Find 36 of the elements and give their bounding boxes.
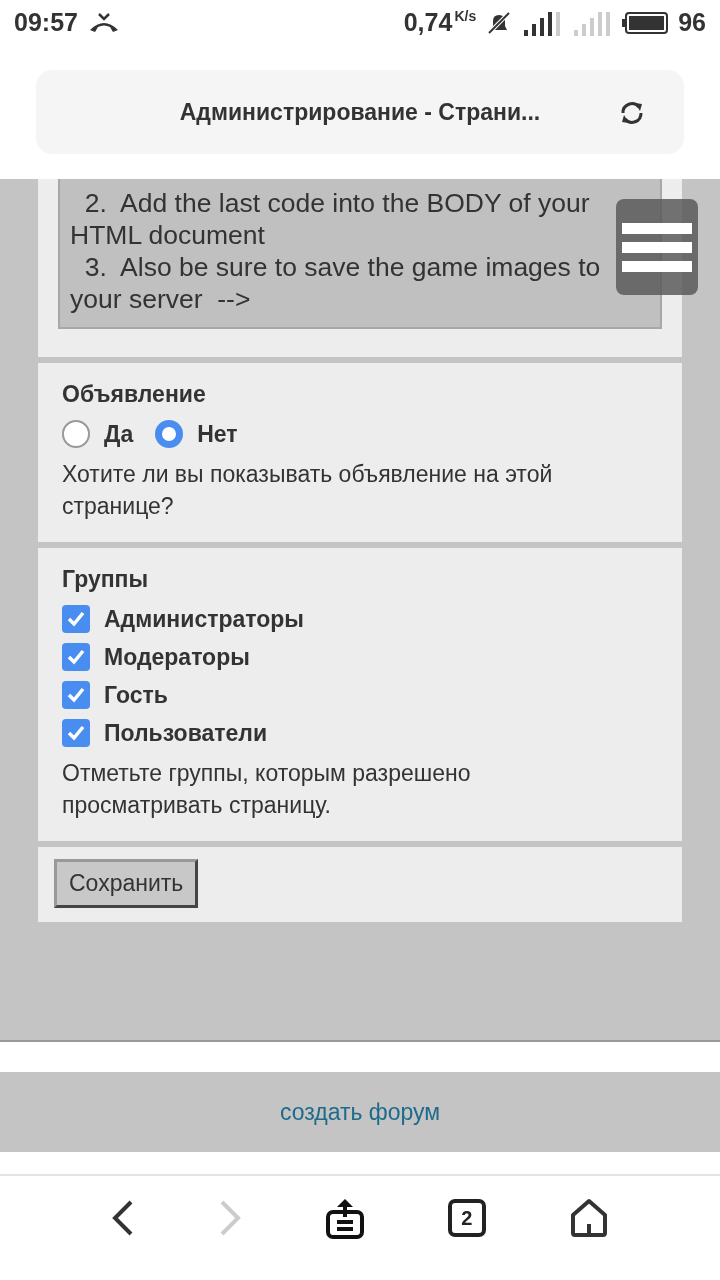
code-textarea[interactable]: 2. Add the last code into the BODY of your HTML document 3. Also be sure to save the game images to your server -->	[58, 179, 662, 329]
page-title: Администрирование - Страни...	[179, 98, 541, 126]
share-icon[interactable]	[325, 1197, 365, 1239]
field-hint: Отметьте группы, которым разрешено просматривать страницу.	[62, 759, 472, 820]
radio-label: Нет	[197, 420, 238, 448]
signal-icon	[572, 9, 613, 36]
address-bar[interactable]: Администрирование - Страни...	[36, 70, 684, 154]
check-icon	[66, 723, 86, 743]
checkbox[interactable]	[62, 719, 90, 747]
field-hint: Хотите ли вы показывать объявление на этой странице?	[62, 460, 554, 521]
checkbox[interactable]	[62, 681, 90, 709]
tabs-button[interactable]: 2	[447, 1199, 486, 1237]
muted-bell-icon	[486, 9, 513, 36]
save-button[interactable]: Сохранить	[54, 859, 199, 908]
battery-level: 96	[678, 8, 706, 37]
checkbox-label: Модераторы	[104, 643, 250, 671]
checkbox[interactable]	[62, 605, 90, 633]
checkbox[interactable]	[62, 643, 90, 671]
check-icon	[66, 685, 86, 705]
status-time: 09:57	[14, 8, 78, 37]
check-icon	[66, 647, 86, 667]
speed-unit: K/s	[454, 8, 477, 24]
radio-button[interactable]	[62, 420, 90, 448]
signal-icon	[522, 9, 563, 36]
field-label: Объявление	[62, 381, 207, 408]
battery-icon	[622, 11, 669, 34]
checkbox-label: Администраторы	[104, 605, 304, 633]
network-speed: 0,74	[403, 8, 453, 37]
checkbox-label: Пользователи	[104, 719, 268, 747]
check-icon	[66, 609, 86, 629]
radio-button[interactable]	[155, 420, 184, 448]
field-label: Группы	[62, 566, 150, 593]
home-icon[interactable]	[568, 1198, 609, 1238]
menu-button[interactable]	[616, 199, 698, 295]
checkbox-label: Гость	[104, 681, 168, 709]
radio-label: Да	[104, 420, 134, 448]
